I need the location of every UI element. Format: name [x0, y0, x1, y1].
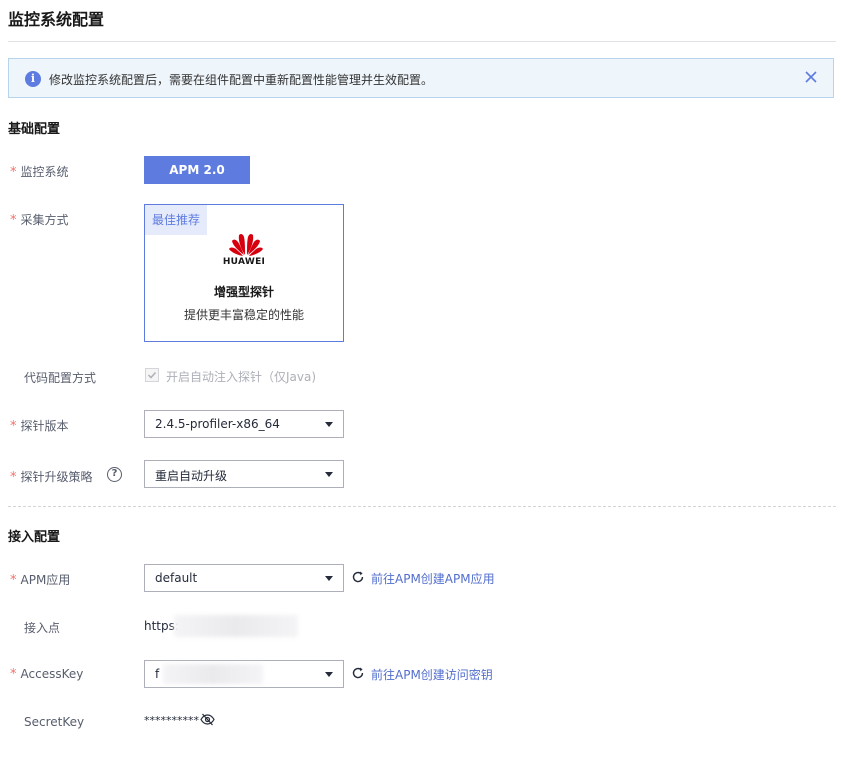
close-icon[interactable]: [803, 69, 819, 85]
access-key-label: * AccessKey: [10, 667, 84, 682]
dropdown-arrow-icon: [325, 422, 333, 427]
eye-hidden-icon[interactable]: [200, 713, 215, 726]
auto-inject-label: 开启自动注入探针（仅Java): [166, 370, 317, 384]
apm-app-label: * APM应用: [10, 573, 71, 588]
enhanced-probe-card[interactable]: 最佳推荐 HUAWEI 增强型探针 提供更丰富稳定的性能: [144, 204, 344, 342]
check-icon: [147, 371, 157, 379]
probe-name: 增强型探针: [213, 285, 274, 299]
dropdown-arrow-icon: [325, 472, 333, 477]
upgrade-policy-label: * 探针升级策略: [10, 470, 93, 485]
collection-method-label: * 采集方式: [10, 213, 69, 228]
required-marker: *: [10, 667, 17, 682]
required-marker: *: [10, 573, 17, 588]
required-marker: *: [10, 165, 17, 180]
apm-app-value: default: [155, 571, 198, 585]
apm-version-button[interactable]: APM 2.0: [144, 156, 250, 184]
endpoint-redacted: [174, 615, 298, 637]
auto-inject-checkbox[interactable]: [145, 368, 159, 382]
section-divider: [8, 506, 836, 507]
required-marker: *: [10, 470, 17, 485]
title-divider: [8, 41, 836, 42]
create-apm-app-link[interactable]: 前往APM创建APM应用: [371, 570, 495, 587]
secret-key-value: **********: [144, 714, 199, 727]
refresh-icon[interactable]: [351, 666, 365, 680]
probe-version-value: 2.4.5-profiler-x86_64: [155, 417, 280, 431]
dropdown-arrow-icon: [325, 576, 333, 581]
recommended-badge: 最佳推荐: [145, 205, 208, 235]
help-icon[interactable]: ?: [107, 467, 122, 482]
huawei-logo-icon: [229, 233, 263, 256]
access-key-value: f: [155, 667, 160, 681]
probe-version-select[interactable]: 2.4.5-profiler-x86_64: [144, 410, 344, 438]
probe-description: 提供更丰富稳定的性能: [183, 308, 304, 322]
upgrade-policy-value: 重启自动升级: [155, 469, 228, 483]
apm-app-select[interactable]: default: [144, 564, 344, 592]
info-icon: i: [25, 71, 41, 87]
page-title: 监控系统配置: [8, 10, 105, 29]
required-marker: *: [10, 419, 17, 434]
monitor-system-label: * 监控系统: [10, 165, 69, 180]
basic-section-title: 基础配置: [8, 122, 61, 137]
brand-name: HUAWEI: [222, 257, 266, 267]
endpoint-label: 接入点: [24, 621, 61, 635]
code-config-label: 代码配置方式: [24, 371, 97, 385]
info-alert: i 修改监控系统配置后，需要在组件配置中重新配置性能管理并生效配置。: [8, 58, 834, 98]
secret-key-label: SecretKey: [24, 715, 85, 729]
refresh-icon[interactable]: [351, 570, 365, 584]
access-key-select[interactable]: f: [144, 660, 344, 688]
probe-version-label: * 探针版本: [10, 419, 69, 434]
dropdown-arrow-icon: [325, 672, 333, 677]
upgrade-policy-select[interactable]: 重启自动升级: [144, 460, 344, 488]
access-section-title: 接入配置: [8, 530, 61, 545]
required-marker: *: [10, 213, 17, 228]
alert-message: 修改监控系统配置后，需要在组件配置中重新配置性能管理并生效配置。: [49, 73, 434, 87]
access-key-redacted: [163, 664, 263, 684]
create-access-key-link[interactable]: 前往APM创建访问密钥: [371, 666, 493, 683]
